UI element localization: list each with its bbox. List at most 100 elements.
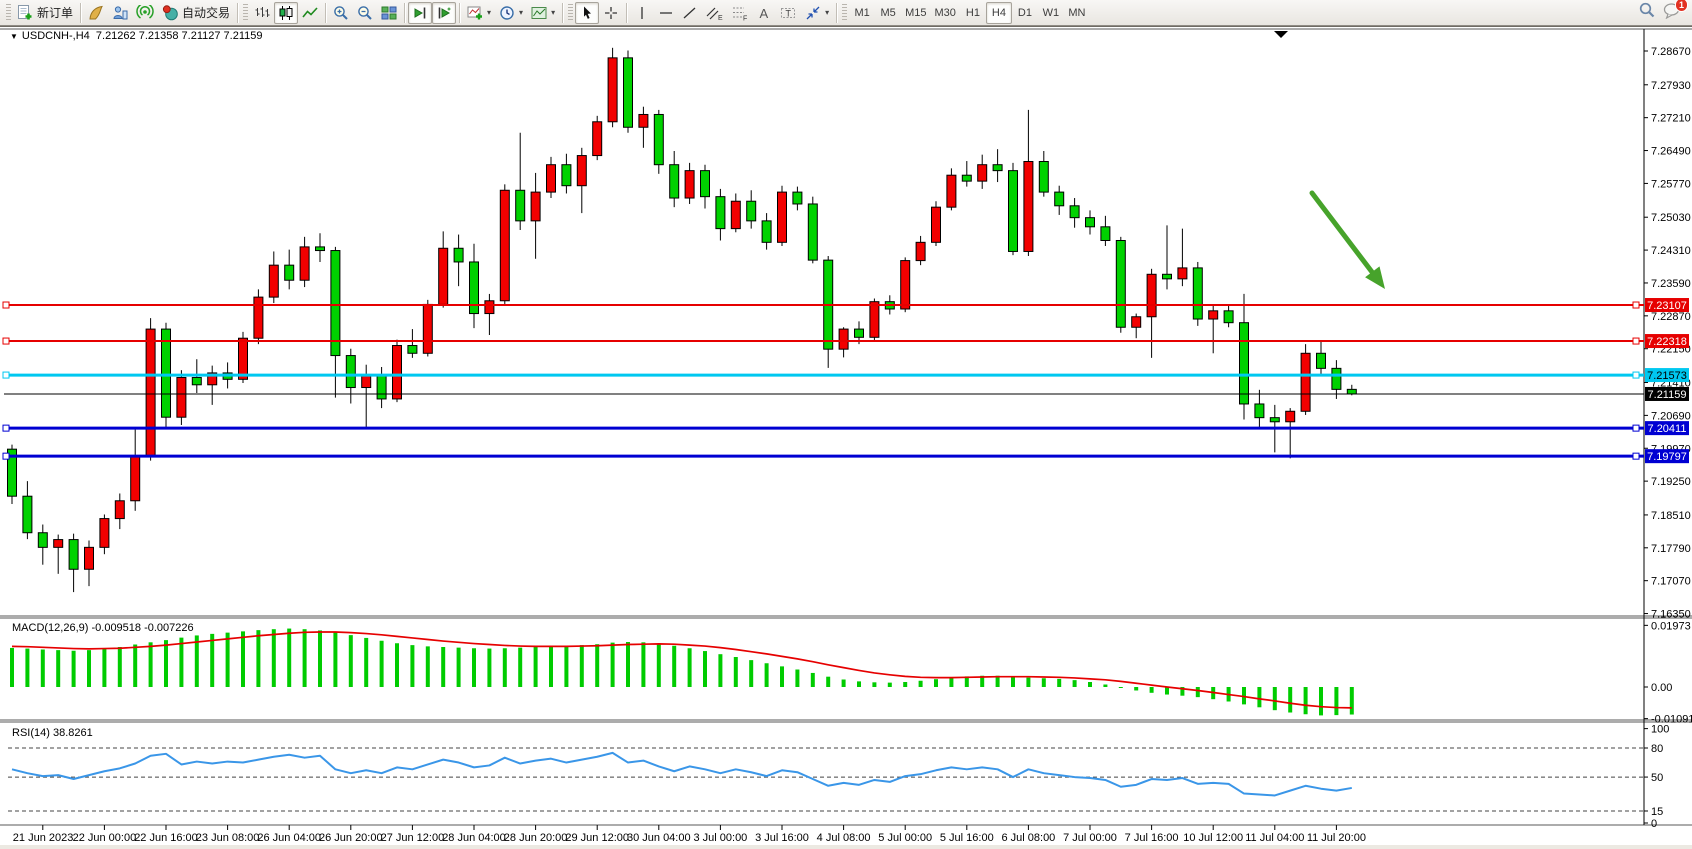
rsi-tick-label: 0	[1651, 818, 1657, 830]
time-tick-label: 26 Jun 04:00	[257, 832, 321, 844]
time-tick-label: 11 Jul 20:00	[1307, 832, 1366, 844]
profile-button[interactable]	[84, 2, 108, 24]
vertical-line-button[interactable]	[630, 2, 654, 24]
candle	[1224, 311, 1233, 323]
candle	[1163, 274, 1172, 279]
candle	[762, 221, 771, 242]
timeframe-h1-button[interactable]: H1	[960, 2, 986, 24]
fibonacci-icon: F	[731, 5, 748, 21]
candle	[685, 171, 694, 198]
candle	[1286, 411, 1295, 422]
templates-button[interactable]: ▾	[527, 2, 559, 24]
ohlc-values: 7.21262 7.21358 7.21127 7.21159	[96, 30, 263, 42]
indicators-button[interactable]: ▾	[463, 2, 495, 24]
search-icon	[1638, 1, 1656, 19]
time-tick-label: 29 Jun 12:00	[565, 832, 629, 844]
chart-menu-arrow-icon[interactable]	[1274, 31, 1288, 38]
equidistant-channel-button[interactable]: E	[702, 2, 727, 24]
candle	[131, 457, 140, 501]
chevron-down-icon: ▾	[519, 8, 523, 17]
candle	[239, 338, 248, 379]
annotation-arrow[interactable]	[1312, 193, 1385, 289]
price-tick-label: 7.17070	[1651, 576, 1691, 588]
candle	[500, 190, 509, 301]
chart-window[interactable]: 7.286707.279307.272107.264907.257707.250…	[0, 26, 1692, 845]
candle	[978, 165, 987, 181]
chart-canvas[interactable]: 7.286707.279307.272107.264907.257707.250…	[0, 27, 1692, 846]
timeframe-m30-button[interactable]: M30	[931, 2, 960, 24]
svg-text:7.22318: 7.22318	[1647, 336, 1687, 348]
trendline-button[interactable]	[678, 2, 702, 24]
candle	[69, 540, 78, 570]
timeframe-h4-button[interactable]: H4	[986, 2, 1012, 24]
line-chart-button[interactable]	[298, 2, 322, 24]
svg-text:7.19797: 7.19797	[1647, 451, 1687, 463]
bar-chart-icon	[254, 5, 270, 21]
macd-tick-label: 0.00	[1651, 682, 1672, 694]
timeframe-m1-button[interactable]: M1	[849, 2, 875, 24]
time-tick-label: 7 Jul 00:00	[1063, 832, 1117, 844]
notifications-button[interactable]: 1	[1662, 2, 1682, 24]
crosshair-button[interactable]	[599, 2, 623, 24]
cursor-icon	[579, 5, 595, 21]
time-axis: 21 Jun 202322 Jun 00:0022 Jun 16:0023 Ju…	[13, 825, 1366, 844]
candle	[1086, 218, 1095, 227]
candle	[1317, 353, 1326, 368]
candlestick-chart-button[interactable]	[274, 2, 298, 24]
mt4-terminal-window: 新订单 自动交易	[0, 0, 1692, 849]
candles	[8, 48, 1357, 592]
text-label-icon: T	[780, 5, 797, 21]
toolbar-grip[interactable]	[243, 4, 248, 22]
fibonacci-button[interactable]: F	[727, 2, 752, 24]
timeframe-m5-button[interactable]: M5	[875, 2, 901, 24]
timeframe-d1-button[interactable]: D1	[1012, 2, 1038, 24]
bar-chart-button[interactable]	[250, 2, 274, 24]
toolbar-grip[interactable]	[568, 4, 573, 22]
symbol-dropdown-icon[interactable]: ▼	[10, 32, 18, 41]
toolbar-grip[interactable]	[842, 4, 847, 22]
candle	[1270, 418, 1279, 422]
periods-button[interactable]: ▾	[495, 2, 527, 24]
price-tick-label: 7.25030	[1651, 212, 1691, 224]
toolbar-grip[interactable]	[6, 4, 11, 22]
zoom-in-button[interactable]	[329, 2, 353, 24]
new-order-button[interactable]: 新订单	[13, 2, 77, 24]
candle	[393, 346, 402, 399]
chart-shift-button[interactable]	[432, 2, 456, 24]
auto-trading-icon	[162, 5, 179, 21]
market-watch-icon	[112, 5, 128, 21]
tile-windows-button[interactable]	[377, 2, 401, 24]
candle	[1024, 162, 1033, 252]
text-button[interactable]: A	[752, 2, 776, 24]
candle	[778, 192, 787, 242]
rsi-tick-label: 50	[1651, 772, 1663, 784]
signals-button[interactable]	[132, 2, 158, 24]
svg-text:7.23107: 7.23107	[1647, 300, 1687, 312]
candle	[439, 248, 448, 304]
time-tick-label: 7 Jul 16:00	[1125, 832, 1179, 844]
market-watch-button[interactable]	[108, 2, 132, 24]
timeframe-m15-button[interactable]: M15	[901, 2, 930, 24]
price-tick-label: 7.17790	[1651, 543, 1691, 555]
candle	[747, 201, 756, 221]
price-tick-label: 7.24310	[1651, 245, 1691, 257]
candle	[1240, 323, 1249, 404]
auto-trading-button[interactable]: 自动交易	[158, 2, 234, 24]
vertical-line-icon	[634, 5, 650, 21]
time-tick-label: 10 Jul 12:00	[1183, 832, 1243, 844]
horizontal-line-button[interactable]	[654, 2, 678, 24]
timeframe-mn-button[interactable]: MN	[1064, 2, 1090, 24]
search-button[interactable]	[1638, 1, 1656, 24]
auto-scroll-button[interactable]	[408, 2, 432, 24]
macd-histogram	[10, 629, 1354, 716]
text-label-button[interactable]: T	[776, 2, 801, 24]
candle	[901, 261, 910, 309]
candle	[162, 329, 171, 417]
candle	[855, 329, 864, 337]
candle	[269, 265, 278, 297]
arrows-button[interactable]: ▾	[801, 2, 833, 24]
cursor-button[interactable]	[575, 2, 599, 24]
zoom-out-button[interactable]	[353, 2, 377, 24]
timeframe-w1-button[interactable]: W1	[1038, 2, 1064, 24]
time-tick-label: 11 Jul 04:00	[1245, 832, 1304, 844]
